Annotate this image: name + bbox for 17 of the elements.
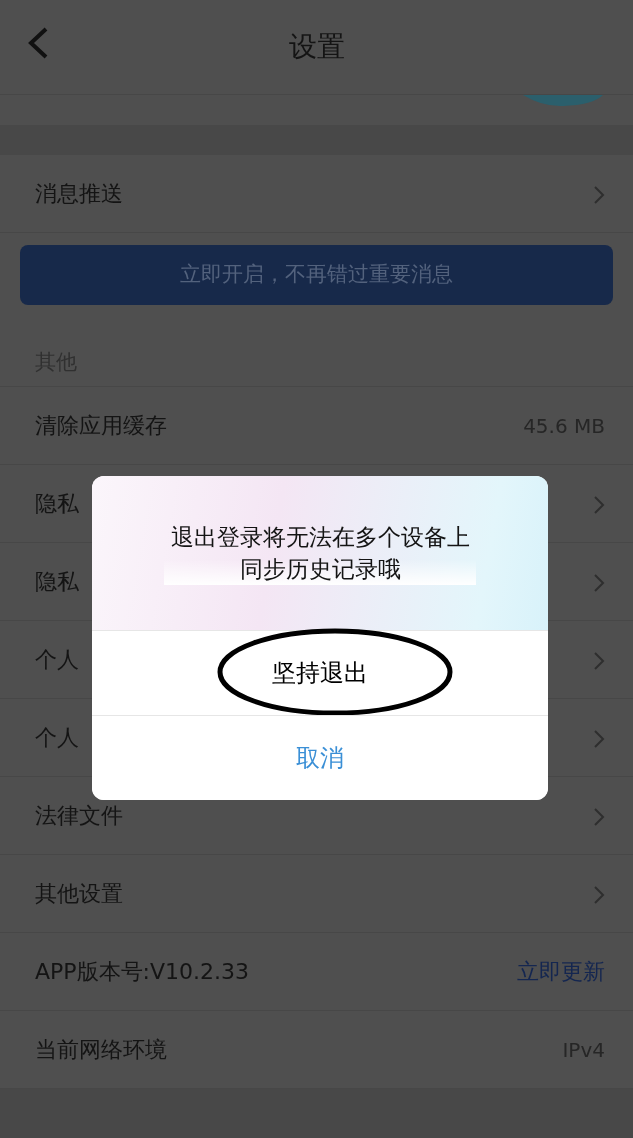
row-label: 个人 <box>35 724 79 752</box>
confirm-logout-button[interactable]: 坚持退出 <box>92 630 548 715</box>
row-label: 隐私 <box>35 568 79 596</box>
row-label: APP版本号:V10.2.33 <box>35 958 250 986</box>
row-label: 消息推送 <box>35 180 123 208</box>
row-label: 当前网络环境 <box>35 1036 167 1064</box>
row-label: 个人 <box>35 646 79 674</box>
back-icon[interactable] <box>26 26 50 60</box>
toggle-switch[interactable] <box>523 95 603 107</box>
update-link[interactable]: 立即更新 <box>517 955 605 988</box>
page-title: 设置 <box>288 29 345 65</box>
enable-button[interactable]: 立即开启，不再错过重要消息 <box>20 245 613 305</box>
row-label: 清除应用缓存 <box>35 412 167 440</box>
row-label: 其他设置 <box>35 880 123 908</box>
cancel-button[interactable]: 取消 <box>92 715 548 800</box>
row-label: 隐私 <box>35 490 79 518</box>
row-label: 法律文件 <box>35 802 123 830</box>
